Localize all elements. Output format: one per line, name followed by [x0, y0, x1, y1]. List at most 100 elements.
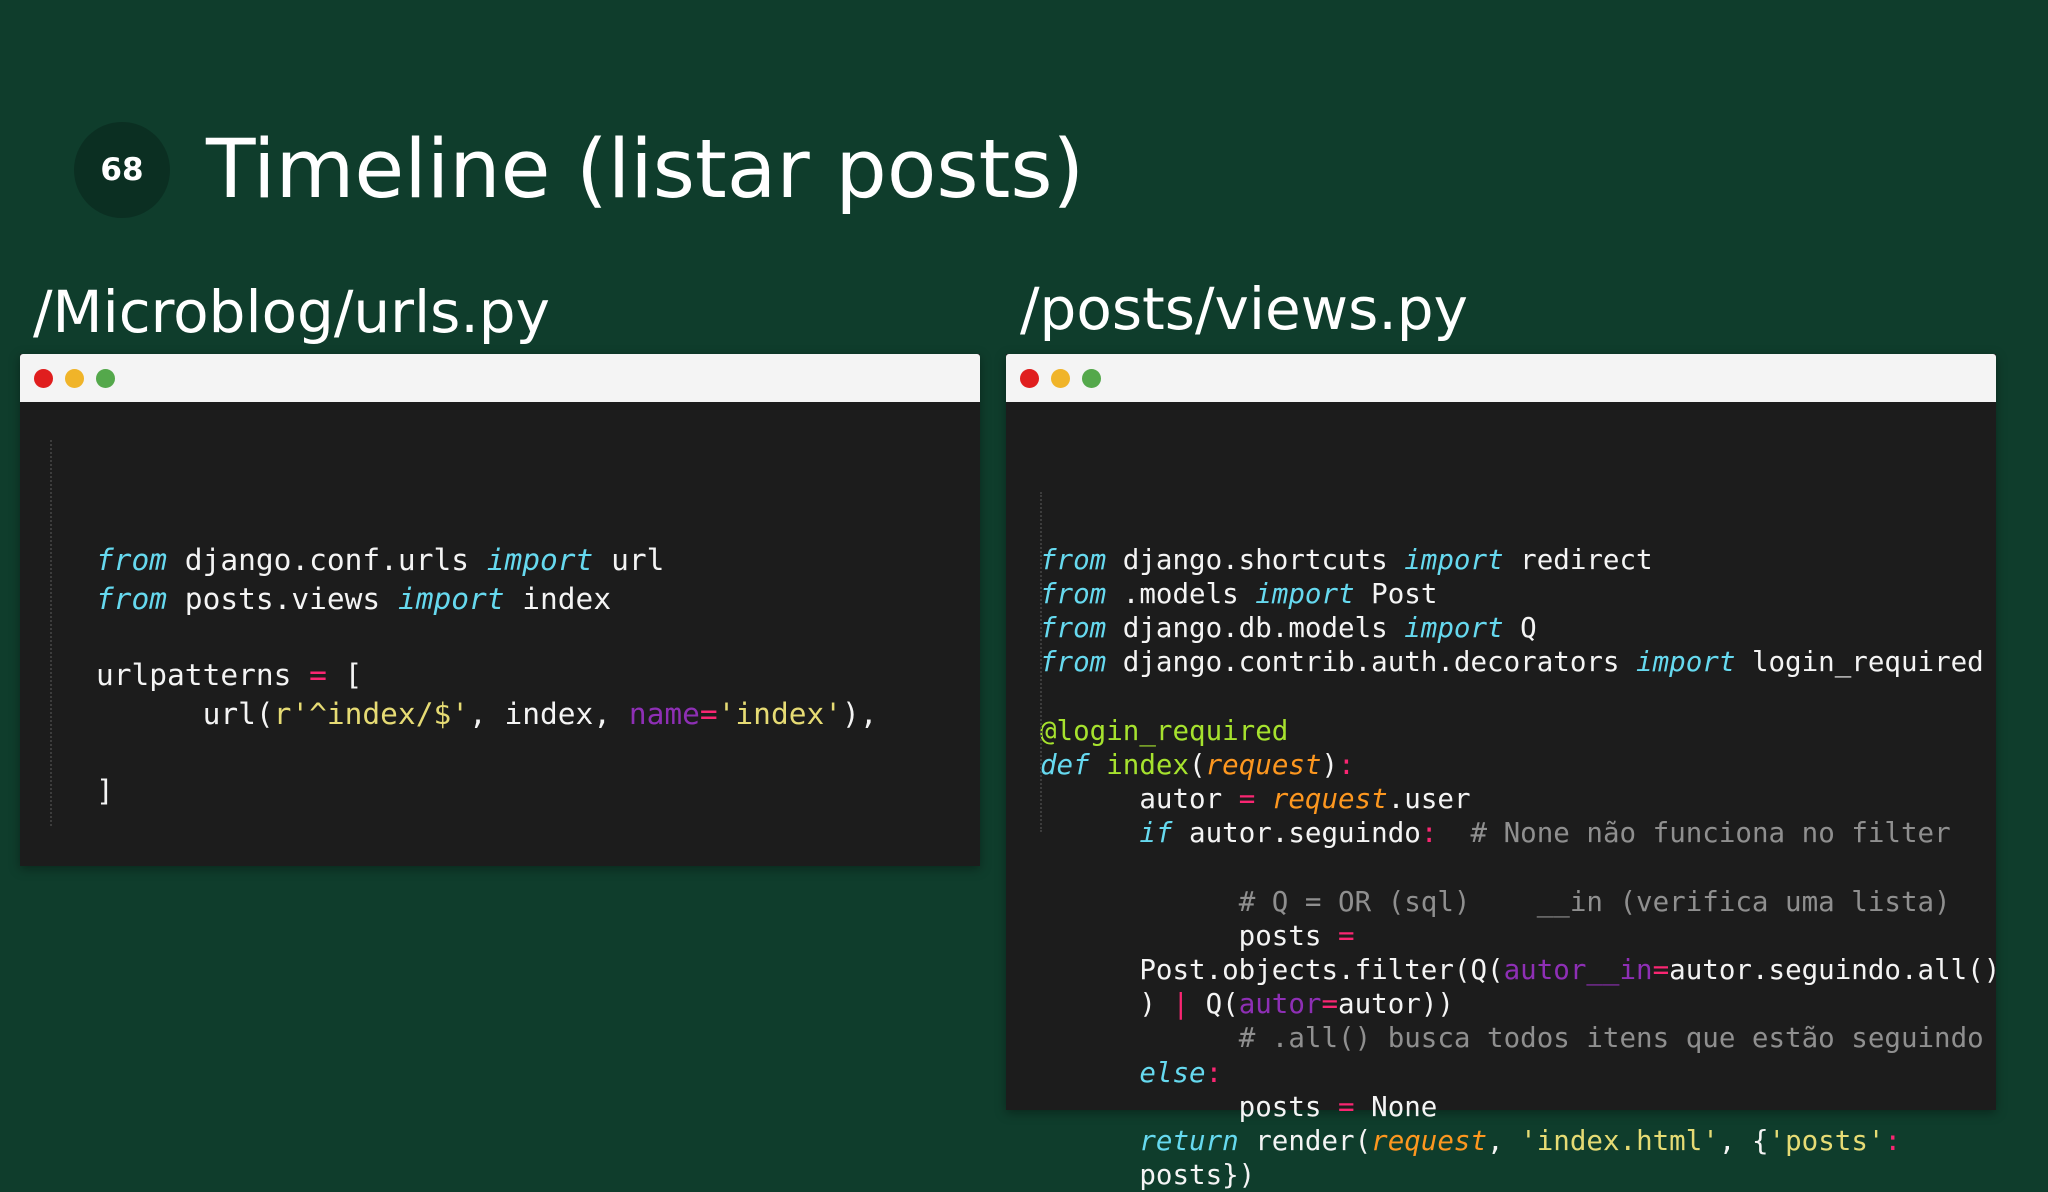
- code-line: ​: [96, 618, 980, 656]
- window-title-bar: [1006, 354, 1996, 402]
- code-line: ) | Q(autor=autor)): [1040, 987, 1996, 1021]
- code-token: Post.objects.filter(Q(: [1040, 954, 1504, 987]
- code-token: from: [1040, 612, 1107, 645]
- code-token: from: [1040, 543, 1107, 576]
- code-line: posts =: [1040, 919, 1996, 953]
- code-token: autor: [1238, 988, 1322, 1021]
- urls-code-window: from django.conf.urls import url from pos…: [20, 354, 980, 866]
- minimize-dot-icon: [65, 368, 84, 388]
- code-token: from: [96, 543, 168, 578]
- code-line: @login_required: [1040, 714, 1996, 748]
- views-code-block: from django.shortcuts import redirect fro…: [1006, 402, 2000, 1192]
- code-token: import: [1404, 543, 1504, 576]
- code-token: request: [1371, 1125, 1488, 1158]
- code-token: =: [1321, 988, 1339, 1021]
- code-token: from: [1040, 577, 1107, 610]
- code-line: return render(request, 'index.html', {'p…: [1040, 1124, 1996, 1158]
- code-token: import: [1636, 646, 1736, 679]
- code-token: autor__in: [1503, 954, 1653, 987]
- code-token: |: [1172, 988, 1190, 1021]
- code-token: autor.seguindo.all(): [1669, 954, 2001, 987]
- code-token: ),: [841, 696, 878, 731]
- code-token: =: [1338, 1090, 1355, 1123]
- code-token: posts: [1040, 919, 1339, 952]
- code-token: =: [1652, 954, 1670, 987]
- code-line: url(r'^index/$', index, name='index'),: [96, 695, 980, 733]
- indent-guide: [50, 440, 52, 826]
- urls-code-block: from django.conf.urls import url from pos…: [20, 402, 980, 826]
- code-token: from: [1040, 646, 1107, 679]
- code-token: .user: [1387, 783, 1471, 816]
- code-token: :: [1205, 1056, 1223, 1089]
- slide-title: Timeline (listar posts): [206, 123, 1085, 217]
- code-token: 'index': [717, 696, 842, 731]
- close-dot-icon: [1020, 368, 1039, 388]
- close-dot-icon: [34, 368, 53, 388]
- code-token: import: [486, 543, 594, 578]
- code-line: autor = request.user: [1040, 782, 1996, 816]
- code-token: if: [1139, 817, 1173, 850]
- code-token: Q(: [1189, 988, 1239, 1021]
- code-token: Q: [1503, 612, 1537, 645]
- slide-number: 68: [100, 152, 144, 188]
- views-code-window: from django.shortcuts import redirect fro…: [1006, 354, 2000, 1191]
- code-line: from django.conf.urls import url: [96, 541, 980, 579]
- code-token: :: [1420, 817, 1438, 850]
- code-token: , {: [1718, 1125, 1769, 1158]
- code-token: def: [1040, 748, 1090, 781]
- code-line: # Q = OR (sql) __in (verifica uma lista): [1040, 885, 1996, 919]
- code-token: # Q = OR (sql) __in (verifica uma lista): [1238, 885, 1951, 918]
- code-token: django.shortcuts: [1106, 543, 1405, 576]
- code-token: None: [1354, 1090, 1438, 1123]
- code-token: 'posts': [1768, 1125, 1885, 1158]
- code-line: ]: [96, 772, 980, 810]
- left-file-path: /Microblog/urls.py: [33, 278, 550, 346]
- code-token: import: [1404, 612, 1504, 645]
- code-line: Post.objects.filter(Q(autor__in=autor.se…: [1040, 953, 2000, 987]
- slide-number-badge: 68: [74, 122, 170, 218]
- window-title-bar: [20, 354, 980, 402]
- code-line: from django.contrib.auth.decorators impo…: [1040, 645, 1996, 679]
- right-file-path: /posts/views.py: [1020, 275, 1468, 343]
- code-token: =: [699, 696, 718, 731]
- code-token: @login_required: [1040, 714, 1289, 747]
- code-token: .models: [1106, 577, 1256, 610]
- code-line: ​: [96, 733, 980, 771]
- code-token: return: [1139, 1125, 1239, 1158]
- code-token: index: [504, 581, 612, 616]
- code-token: import: [1255, 577, 1355, 610]
- code-token: (: [1189, 748, 1206, 781]
- maximize-dot-icon: [96, 368, 115, 388]
- code-token: django.db.models: [1106, 612, 1405, 645]
- code-token: :: [1338, 748, 1355, 781]
- code-token: django.contrib.auth.decorators: [1106, 646, 1637, 679]
- code-token: request: [1205, 748, 1322, 781]
- code-token: ): [1321, 748, 1339, 781]
- code-token: login_required: [1735, 646, 1984, 679]
- code-token: [: [326, 658, 363, 693]
- code-token: else: [1139, 1056, 1206, 1089]
- code-token: , index,: [468, 696, 629, 731]
- code-line: ​: [1040, 679, 1996, 713]
- code-token: =: [1238, 783, 1256, 816]
- code-line: posts}): [1040, 1158, 1996, 1192]
- code-token: autor: [1040, 783, 1239, 816]
- code-token: =: [309, 658, 327, 693]
- code-token: :: [1884, 1125, 1901, 1158]
- code-token: posts}): [1040, 1159, 1256, 1192]
- code-token: redirect: [1503, 543, 1653, 576]
- code-token: index: [1106, 748, 1190, 781]
- code-token: django.conf.urls: [167, 543, 487, 578]
- code-token: url(: [96, 696, 274, 731]
- indent-guide: [1040, 492, 1042, 832]
- code-token: =: [1338, 919, 1355, 952]
- code-line: from django.db.models import Q: [1040, 611, 1996, 645]
- code-token: autor)): [1338, 988, 1454, 1021]
- code-token: url: [593, 543, 665, 578]
- code-token: autor.seguindo: [1172, 817, 1421, 850]
